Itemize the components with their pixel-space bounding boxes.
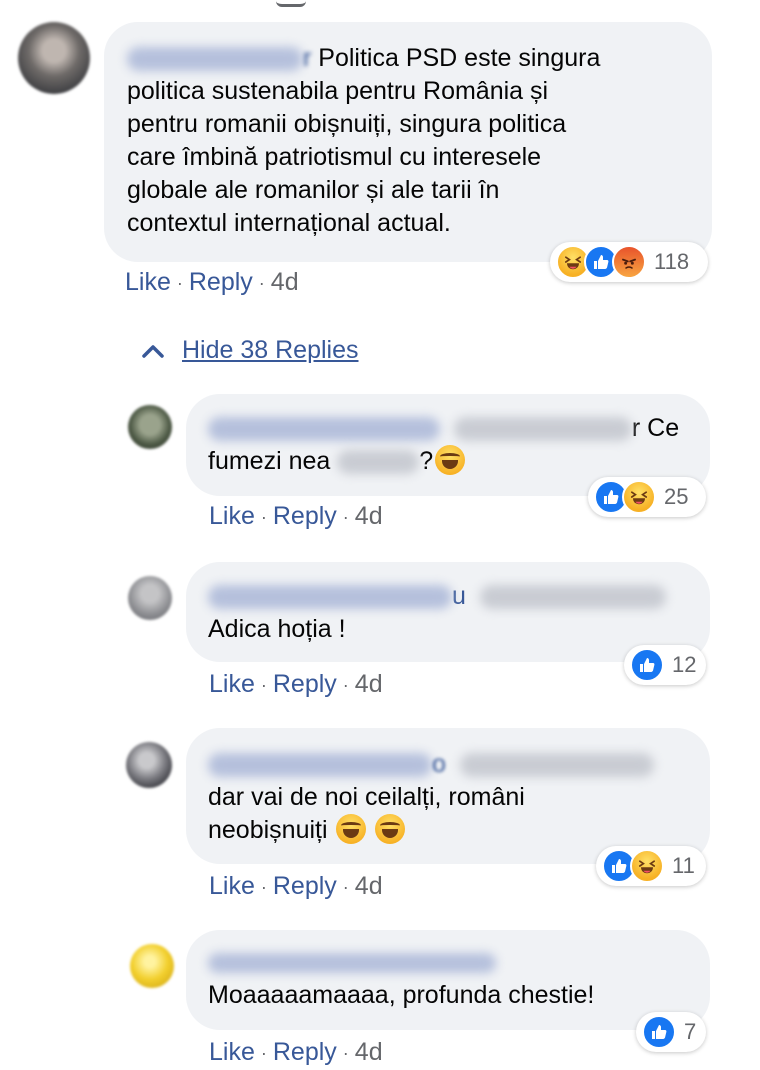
reply-button[interactable]: Reply	[273, 872, 337, 900]
haha-icon	[622, 480, 656, 514]
like-icon	[630, 648, 664, 682]
avatar[interactable]	[128, 576, 172, 620]
reply-actions: Like · Reply · 4d	[209, 1038, 383, 1066]
timestamp[interactable]: 4d	[355, 872, 383, 900]
blurred-author-name[interactable]	[208, 753, 432, 778]
reply-button[interactable]: Reply	[273, 670, 337, 698]
like-button[interactable]: Like	[209, 872, 255, 900]
timestamp[interactable]: 4d	[355, 1038, 383, 1066]
reply-button[interactable]: Reply	[189, 268, 253, 296]
avatar[interactable]	[18, 22, 90, 94]
reply-text: Moaaaaamaaaa, profunda chestie!	[208, 946, 594, 1012]
blurred-author-name[interactable]	[127, 47, 303, 72]
blurred-author-name[interactable]	[208, 953, 496, 974]
reaction-summary[interactable]: 25	[588, 477, 706, 517]
partial-previous-item	[276, 0, 306, 7]
avatar[interactable]	[128, 405, 172, 449]
haha-icon	[630, 849, 664, 883]
laughing-tears-emoji-icon	[336, 814, 367, 844]
chevron-up-icon	[142, 344, 164, 358]
blurred-mention[interactable]	[479, 585, 666, 610]
avatar[interactable]	[126, 742, 172, 788]
blurred-author-name[interactable]	[208, 585, 452, 610]
avatar[interactable]	[130, 944, 174, 988]
blurred-mention[interactable]	[459, 753, 654, 778]
laughing-tears-emoji-icon	[435, 445, 466, 475]
reply-text: r Ce fumezi nea ?	[208, 414, 680, 475]
reaction-count: 118	[654, 249, 690, 274]
angry-icon	[612, 245, 646, 279]
like-icon	[642, 1015, 676, 1049]
blurred-mention[interactable]	[453, 417, 632, 442]
timestamp[interactable]: 4d	[271, 268, 299, 296]
laughing-tears-emoji-icon	[375, 814, 406, 844]
reaction-summary[interactable]: 7	[636, 1012, 706, 1052]
hide-replies-label[interactable]: Hide 38 Replies	[182, 336, 359, 365]
comment-text: r Politica PSD este singura politica sus…	[127, 44, 601, 237]
reply-text: u Adica hoția !	[208, 580, 666, 646]
hide-replies-button[interactable]: Hide 38 Replies	[142, 336, 359, 365]
reaction-count: 12	[672, 652, 697, 677]
reply-button[interactable]: Reply	[273, 502, 337, 530]
reply-text: o dar vai de noi ceilalți, români neobiș…	[208, 748, 654, 847]
reaction-summary[interactable]: 12	[624, 645, 706, 685]
blurred-mention	[337, 450, 420, 475]
reaction-count: 11	[672, 853, 695, 878]
reply-actions: Like · Reply · 4d	[209, 670, 383, 698]
like-button[interactable]: Like	[209, 670, 255, 698]
timestamp[interactable]: 4d	[355, 502, 383, 530]
reply-actions: Like · Reply · 4d	[209, 502, 383, 530]
like-button[interactable]: Like	[125, 268, 171, 296]
blurred-author-name[interactable]	[208, 417, 440, 442]
timestamp[interactable]: 4d	[355, 670, 383, 698]
like-button[interactable]: Like	[209, 502, 255, 530]
reaction-summary[interactable]: 118	[550, 242, 708, 282]
comment-actions: Like · Reply · 4d	[125, 268, 299, 296]
reaction-count: 25	[664, 484, 689, 509]
reply-button[interactable]: Reply	[273, 1038, 337, 1066]
reply-actions: Like · Reply · 4d	[209, 872, 383, 900]
reaction-count: 7	[684, 1019, 697, 1044]
like-button[interactable]: Like	[209, 1038, 255, 1066]
reaction-summary[interactable]: 11	[596, 846, 706, 886]
